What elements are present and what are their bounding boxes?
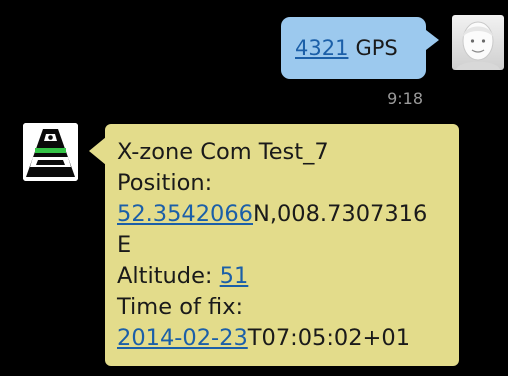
latitude-link[interactable]: 52.3542066 — [117, 201, 253, 227]
position-label: Position: — [117, 170, 213, 196]
outgoing-code-link[interactable]: 4321 — [295, 36, 348, 60]
message-title: X-zone Com Test_7 — [117, 139, 329, 165]
outgoing-message-text: 4321 GPS — [295, 36, 398, 60]
altitude-link[interactable]: 51 — [220, 263, 249, 289]
user-avatar-icon[interactable] — [452, 15, 504, 70]
outgoing-keyword: GPS — [355, 36, 398, 60]
incoming-message-bubble[interactable]: X-zone Com Test_7 Position: 52.3542066N,… — [105, 124, 459, 366]
coordinates-line: 52.3542066N,008.7307316 — [117, 199, 449, 230]
sms-conversation: 4321 GPS 9:18 X-zone Com Test_7 Position: — [0, 0, 508, 376]
fix-label: Time of fix: — [117, 294, 244, 320]
fix-time: T07:05:02+01 — [247, 325, 411, 351]
xzone-device-icon[interactable] — [23, 123, 78, 181]
incoming-bubble-tail — [89, 137, 106, 165]
latitude-suffix: N,008.7307316 — [253, 201, 428, 227]
altitude-line: Altitude: 51 — [117, 261, 449, 292]
fix-date-link[interactable]: 2014-02-23 — [117, 325, 248, 351]
fix-datetime-line: 2014-02-23T07:05:02+01 — [117, 323, 449, 354]
message-timestamp: 9:18 — [387, 89, 423, 108]
altitude-label: Altitude: — [117, 263, 213, 289]
outgoing-bubble-tail — [426, 30, 439, 50]
longitude-suffix: E — [117, 232, 132, 258]
outgoing-message-bubble[interactable]: 4321 GPS — [281, 17, 426, 79]
